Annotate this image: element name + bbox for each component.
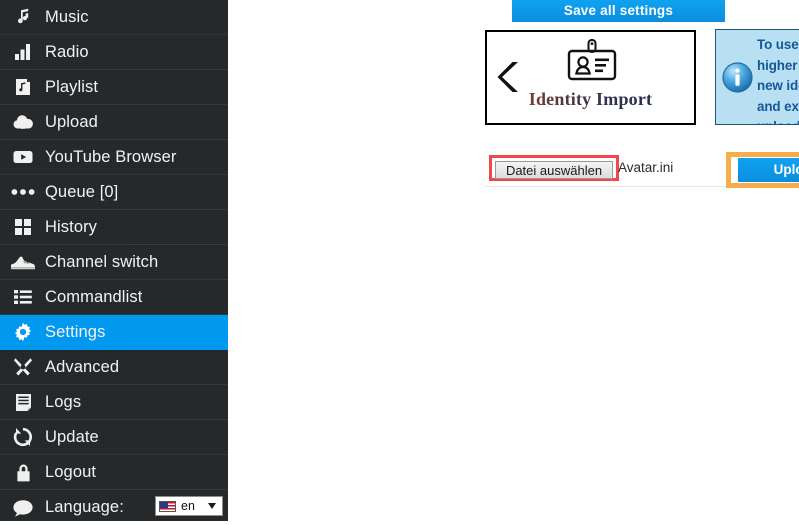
sidebar-item-label: Commandlist [45,287,143,306]
sidebar-item-language[interactable]: Language: en [0,490,228,525]
sidebar-item-radio[interactable]: Radio [0,35,228,70]
sidebar-item-label: Advanced [45,357,120,376]
identity-import-title: Identity Import [487,89,694,110]
info-circle-icon [722,62,753,93]
sidebar-item-queue[interactable]: Queue [0] [0,175,228,210]
chevron-down-icon [208,503,216,509]
sidebar-item-music[interactable]: Music [0,0,228,35]
sidebar-item-settings[interactable]: Settings [0,315,228,350]
sidebar-item-playlist[interactable]: Playlist [0,70,228,105]
music-note-icon [8,5,38,29]
file-button-highlight-box: Datei auswählen [489,155,619,181]
save-all-settings-button[interactable]: Save all settings [512,0,725,22]
sidebar-item-commandlist[interactable]: Commandlist [0,280,228,315]
sidebar-item-label: Logout [45,462,97,481]
sidebar-item-label: Radio [45,42,89,61]
info-box: To use the TS3MusicBot with a higher sec… [715,29,799,125]
tools-cross-icon [8,355,38,379]
playlist-note-icon [8,75,38,99]
us-flag-icon [159,500,176,512]
sidebar-item-label: YouTube Browser [45,147,177,166]
sidebar-item-advanced[interactable]: Advanced [0,350,228,385]
sidebar-item-label: Channel switch [45,252,159,271]
sidebar-item-label: Upload [45,112,98,131]
sidebar-item-label: Language: [45,498,124,516]
file-upload-row: Datei auswählen Avatar.ini [485,152,726,187]
sidebar-item-logout[interactable]: Logout [0,455,228,490]
gear-icon [8,320,38,344]
sidebar-item-history[interactable]: History [0,210,228,245]
sidebar-item-label: Queue [0] [45,182,119,201]
lock-icon [8,460,38,484]
sidebar-item-youtube-browser[interactable]: YouTube Browser [0,140,228,175]
sidebar-item-channel-switch[interactable]: Channel switch [0,245,228,280]
document-lines-icon [8,390,38,414]
sidebar-item-label: Music [45,7,89,26]
sidebar-item-label: Playlist [45,77,99,96]
sidebar-item-upload[interactable]: Upload [0,105,228,140]
sneaker-shoe-icon [8,250,38,274]
list-icon [8,285,38,309]
id-badge-icon [563,39,621,89]
identity-import-card[interactable]: Identity Import [485,30,696,125]
youtube-play-icon [8,145,38,169]
choose-file-button[interactable]: Datei auswählen [495,161,613,179]
ellipsis-icon [8,180,38,204]
language-select[interactable]: en [155,496,223,516]
sidebar-item-label: Update [45,427,99,446]
main-content: Save all settings Identity Import To use… [228,0,799,521]
refresh-circle-icon [8,425,38,449]
speech-bubble-icon [8,496,38,520]
sidebar-item-logs[interactable]: Logs [0,385,228,420]
sidebar-item-label: Settings [45,322,106,341]
cloud-upload-icon [8,110,38,134]
upload-button[interactable]: Upload [738,158,799,182]
info-box-text: To use the TS3MusicBot with a higher sec… [757,37,799,124]
sidebar-item-label: Logs [45,392,82,411]
language-value: en [181,499,195,513]
grid-squares-icon [8,215,38,239]
bar-chart-icon [8,40,38,64]
selected-file-name: Avatar.ini [618,160,674,175]
sidebar-item-update[interactable]: Update [0,420,228,455]
sidebar-item-label: History [45,217,98,236]
sidebar: Music Radio Playlist Upload YouTube Brow… [0,0,228,521]
